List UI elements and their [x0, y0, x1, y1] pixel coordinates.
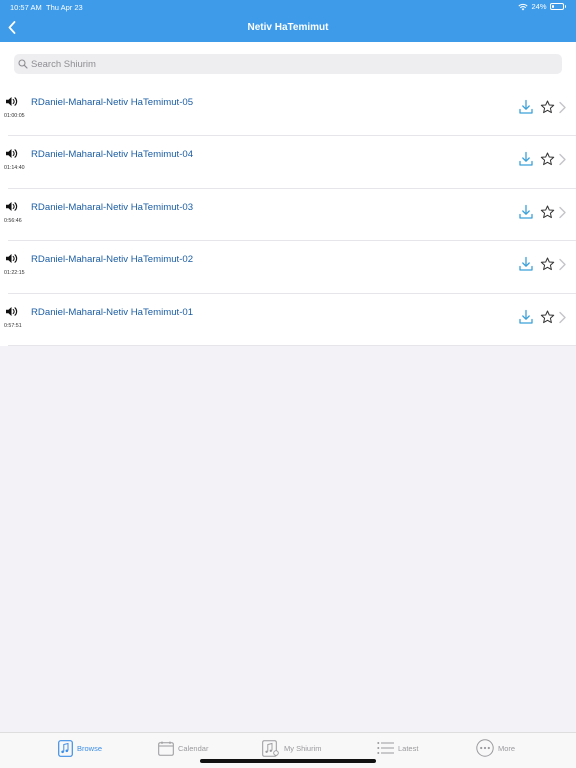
navigation-header: 10:57 AM Thu Apr 23 24% Netiv HaTemimut [0, 0, 576, 42]
star-icon[interactable] [540, 257, 555, 271]
tab-latest[interactable]: Latest [377, 739, 418, 757]
search-bar[interactable] [14, 54, 562, 74]
chevron-right-icon [559, 101, 566, 114]
tab-label: Browse [77, 743, 103, 753]
calendar-icon [158, 741, 174, 756]
chevron-right-icon [559, 154, 566, 166]
speaker-icon[interactable] [5, 148, 18, 159]
tab-label: More [498, 743, 516, 753]
tab-label: My Shiurim [284, 743, 322, 753]
item-duration: 01:22:15 [4, 270, 25, 277]
tab-calendar[interactable]: Calendar [158, 739, 208, 757]
list-icon [377, 742, 394, 754]
tab-browse[interactable]: Browse [58, 739, 102, 757]
star-icon[interactable] [540, 310, 555, 324]
star-icon[interactable] [540, 152, 555, 166]
shiur-list: RDaniel-Maharal-Netiv HaTemimut-05 01:00… [0, 84, 576, 347]
download-icon[interactable] [518, 256, 534, 272]
item-duration: 0:56:46 [4, 217, 22, 224]
battery-level [551, 5, 555, 8]
item-title: RDaniel-Maharal-Netiv HaTemimut-01 [31, 306, 194, 318]
list-item[interactable]: RDaniel-Maharal-Netiv HaTemimut-02 01:22… [0, 241, 576, 294]
speaker-icon[interactable] [5, 306, 18, 317]
star-icon[interactable] [540, 100, 555, 114]
item-title: RDaniel-Maharal-Netiv HaTemimut-05 [31, 97, 194, 108]
item-title: RDaniel-Maharal-Netiv HaTemimut-04 [31, 149, 194, 161]
tab-bar: Browse Calendar My Shiurim Latest More [0, 732, 576, 768]
page-title: Netiv HaTemimut [247, 22, 329, 33]
content-area: RDaniel-Maharal-Netiv HaTemimut-05 01:00… [0, 42, 576, 732]
home-indicator [200, 759, 376, 763]
music-note-icon [58, 739, 73, 757]
item-duration: 01:00:05 [4, 113, 25, 119]
speaker-icon[interactable] [5, 96, 18, 107]
status-date: Thu Apr 23 [46, 3, 83, 12]
chevron-right-icon [559, 258, 566, 271]
tab-my-shiurim[interactable]: My Shiurim [262, 739, 322, 757]
battery-tip [564, 5, 566, 8]
status-time: 10:57 AM [10, 3, 42, 12]
search-container [0, 42, 576, 84]
download-icon[interactable] [518, 99, 534, 115]
download-icon[interactable] [518, 151, 534, 167]
chevron-right-icon [559, 311, 566, 323]
download-icon[interactable] [518, 309, 534, 325]
tab-label: Calendar [178, 743, 209, 753]
download-icon[interactable] [518, 204, 534, 220]
list-item[interactable]: RDaniel-Maharal-Netiv HaTemimut-04 01:14… [0, 136, 576, 190]
status-bar: 10:57 AM Thu Apr 23 24% [0, 0, 576, 14]
battery-percent: 24% [531, 2, 547, 11]
speaker-icon[interactable] [5, 253, 18, 264]
tab-label: Latest [398, 743, 419, 753]
list-item[interactable]: RDaniel-Maharal-Netiv HaTemimut-01 0:57:… [0, 293, 576, 347]
battery-icon [549, 3, 564, 10]
chevron-right-icon [559, 206, 566, 218]
list-item[interactable]: RDaniel-Maharal-Netiv HaTemimut-03 0:56:… [0, 188, 576, 242]
item-title: RDaniel-Maharal-Netiv HaTemimut-03 [31, 201, 194, 213]
status-indicators: 24% [518, 2, 566, 11]
search-icon [18, 59, 28, 69]
tab-more[interactable]: More [476, 739, 515, 757]
item-duration: 01:14:40 [4, 165, 25, 172]
search-input[interactable] [31, 58, 531, 70]
more-icon [476, 739, 494, 757]
item-duration: 0:57:51 [4, 322, 22, 329]
star-icon[interactable] [540, 205, 555, 219]
list-item[interactable]: RDaniel-Maharal-Netiv HaTemimut-05 01:00… [0, 84, 576, 137]
item-title: RDaniel-Maharal-Netiv HaTemimut-02 [31, 254, 194, 266]
speaker-icon[interactable] [5, 201, 18, 212]
wifi-icon [518, 3, 529, 10]
my-shiurim-icon [262, 739, 279, 757]
